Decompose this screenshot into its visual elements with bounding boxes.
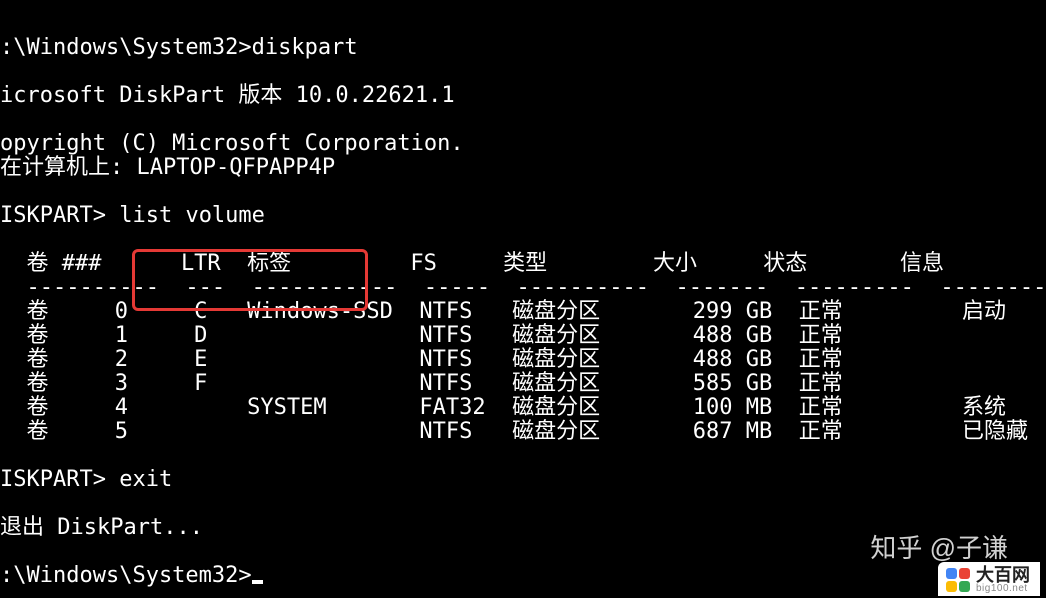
logo-tile [959,581,970,592]
typed-command: exit [119,467,172,492]
table-row: 卷 2 E NTFS 磁盘分区 488 GB 正常 [0,347,843,372]
copyright: opyright (C) Microsoft Corporation. [0,131,464,156]
big100-watermark: 大百网 big100.net [938,562,1040,596]
logo-tile [959,568,970,579]
diskpart-prompt-1: ISKPART> list volume [0,203,265,228]
table-header: 卷 ### LTR 标签 FS 类型 大小 状态 信息 [0,251,944,276]
cursor-icon [252,580,263,584]
typed-command: list volume [119,203,265,228]
prompt-line-1: :\Windows\System32>diskpart [0,35,358,60]
prompt-path: :\Windows\System32> [0,563,252,588]
terminal-output[interactable]: :\Windows\System32>diskpart icrosoft Dis… [0,0,1046,588]
table-row: 卷 5 NTFS 磁盘分区 687 MB 正常 已隐藏 [0,419,1028,444]
prompt-path: :\Windows\System32> [0,35,252,60]
big100-url: big100.net [976,584,1030,594]
diskpart-prompt-2: ISKPART> exit [0,467,172,492]
table-row: 卷 4 SYSTEM FAT32 磁盘分区 100 MB 正常 系统 [0,395,1006,420]
computer-name: 在计算机上: LAPTOP-QFPAPP4P [0,155,335,180]
big100-text: 大百网 big100.net [976,566,1030,594]
typed-command: diskpart [252,35,358,60]
big100-name: 大百网 [976,566,1030,584]
big100-logo-icon [946,568,970,592]
exit-message: 退出 DiskPart... [0,515,203,540]
table-row: 卷 3 F NTFS 磁盘分区 585 GB 正常 [0,371,843,396]
prompt-line-2: :\Windows\System32> [0,563,263,588]
zhihu-watermark: 知乎 @子谦 [870,536,1008,560]
logo-tile [946,581,957,592]
logo-tile [946,568,957,579]
diskpart-version: icrosoft DiskPart 版本 10.0.22621.1 [0,83,455,108]
table-row: 卷 1 D NTFS 磁盘分区 488 GB 正常 [0,323,843,348]
table-row: 卷 0 C Windows-SSD NTFS 磁盘分区 299 GB 正常 启动 [0,299,1006,324]
table-divider: ---------- --- ----------- ----- -------… [0,275,1046,300]
